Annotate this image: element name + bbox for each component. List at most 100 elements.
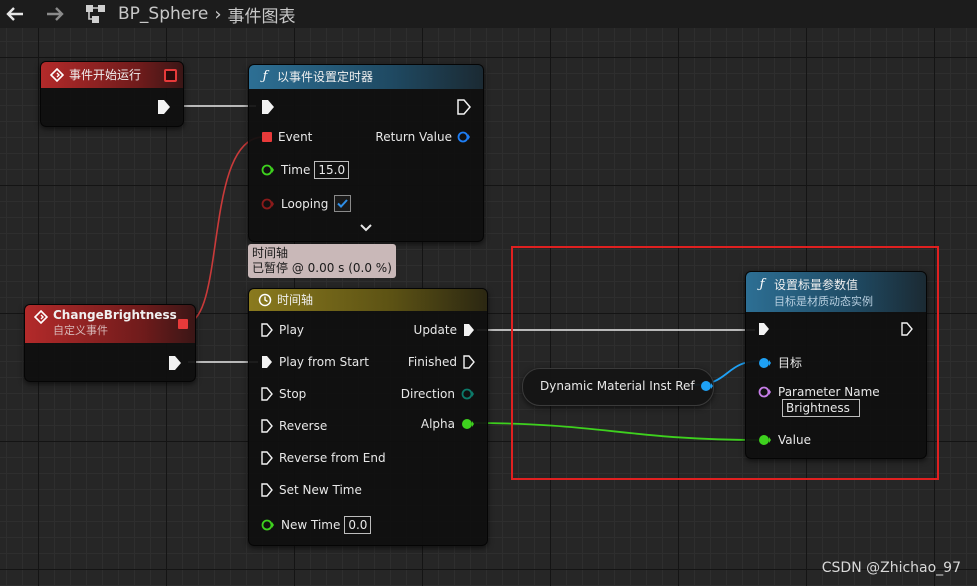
new-time-value-field[interactable]: 0.0 (344, 516, 372, 534)
parameter-name-field[interactable]: Brightness (782, 399, 860, 417)
exec-pin-icon (262, 356, 272, 368)
float-pin-filled-icon (462, 419, 474, 429)
exec-pin-icon (759, 323, 769, 335)
node-header: ChangeBrightness 自定义事件 (25, 305, 195, 343)
watermark-text: CSDN @Zhichao_97 (821, 560, 961, 576)
pin-label-play-from-start: Play from Start (279, 355, 369, 369)
pin-label-return-value: Return Value (375, 130, 452, 144)
node-set-scalar-parameter-value[interactable]: ƒ 设置标量参数值 目标是材质动态实例 目标 Parameter Name Br… (745, 271, 927, 459)
pin-label-update: Update (413, 323, 457, 337)
value-input-pin[interactable]: Value (758, 433, 811, 447)
struct-pin-icon (457, 131, 470, 143)
delegate-output-pin-icon[interactable] (178, 319, 188, 329)
play-from-start-input-pin[interactable]: Play from Start (261, 355, 369, 369)
pin-label-set-new-time: Set New Time (279, 483, 362, 497)
exec-pin-outline-icon (261, 419, 273, 433)
pin-label-value: Value (778, 433, 811, 447)
node-timeline[interactable]: 时间轴 Play Play from Start Stop Reverse Re… (248, 288, 488, 546)
set-new-time-input-pin[interactable]: Set New Time (261, 483, 362, 497)
parameter-name-input-pin[interactable]: Parameter Name (758, 385, 880, 399)
pin-label-reverse: Reverse (279, 419, 328, 433)
variable-output-pin[interactable]: Dynamic Material Inst Ref (540, 379, 714, 393)
node-title: 以事件设置定时器 (277, 70, 374, 84)
checkmark-icon (337, 199, 349, 208)
node-title: 设置标量参数值 (774, 278, 859, 292)
pin-label-stop: Stop (279, 387, 307, 401)
name-pin-icon (758, 386, 771, 398)
pin-label-event: Event (278, 130, 313, 144)
pin-label-finished: Finished (407, 355, 457, 369)
pin-label-target: 目标 (778, 356, 803, 370)
tooltip-title: 时间轴 (252, 246, 289, 260)
direction-output-pin[interactable]: Direction (401, 387, 475, 401)
parameter-name-field-row: Brightness (782, 399, 860, 417)
function-icon: ƒ (759, 276, 765, 292)
object-pin-filled-icon (759, 357, 771, 368)
clock-icon (258, 293, 272, 307)
node-custom-event-change-brightness[interactable]: ChangeBrightness 自定义事件 (24, 304, 196, 382)
pin-label-alpha: Alpha (420, 417, 455, 431)
stop-input-pin[interactable]: Stop (261, 387, 306, 401)
time-input-pin[interactable]: Time 15.0 (261, 161, 350, 179)
node-variable-dynamic-material-inst-ref[interactable]: Dynamic Material Inst Ref (522, 368, 714, 406)
exec-output-pin[interactable] (157, 99, 171, 115)
advanced-expand-button[interactable] (360, 224, 372, 232)
exec-pin-outline-icon (463, 355, 475, 369)
new-time-input-pin[interactable]: New Time 0.0 (261, 516, 372, 534)
event-input-pin[interactable]: Event (262, 130, 312, 144)
exec-pin-outline-icon (261, 323, 273, 337)
alpha-output-pin[interactable]: Alpha (421, 417, 475, 431)
function-icon: ƒ (262, 69, 268, 84)
exec-pin-icon (158, 100, 170, 114)
bool-pin-icon (261, 198, 274, 209)
node-set-timer-by-event[interactable]: ƒ 以事件设置定时器 Event Return Value Time 15.0 … (248, 64, 484, 242)
delegate-output-pin-icon[interactable] (164, 69, 177, 82)
exec-output-pin[interactable] (168, 355, 182, 371)
exec-input-pin[interactable] (261, 99, 275, 115)
node-subtitle: 目标是材质动态实例 (774, 295, 873, 308)
node-header: ƒ 以事件设置定时器 (249, 65, 483, 89)
node-title: ChangeBrightness (53, 308, 177, 322)
target-input-pin[interactable]: 目标 (758, 354, 802, 371)
exec-input-pin[interactable] (758, 322, 770, 336)
delegate-pin-icon (262, 132, 272, 142)
time-value-field[interactable]: 15.0 (314, 161, 350, 179)
exec-pin-outline-icon (261, 387, 273, 401)
pin-label-reverse-from-end: Reverse from End (279, 451, 386, 465)
pin-label-time: Time (281, 163, 311, 177)
pin-label-parameter-name: Parameter Name (778, 385, 880, 399)
float-pin-icon (261, 519, 274, 531)
exec-pin-outline-icon (901, 322, 913, 336)
timeline-status-tooltip: 时间轴 已暂停 @ 0.00 s (0.0 %) (248, 244, 396, 278)
exec-pin-icon (169, 356, 181, 370)
exec-pin-outline-icon (261, 451, 273, 465)
looping-input-pin[interactable]: Looping (261, 195, 352, 212)
return-value-pin[interactable]: Return Value (375, 130, 471, 144)
exec-pin-outline-icon (261, 483, 273, 497)
pin-label-direction: Direction (400, 387, 455, 401)
exec-pin-icon (464, 324, 474, 336)
object-pin-filled-icon (700, 381, 713, 391)
chevron-down-icon (360, 224, 372, 232)
tooltip-status: 已暂停 @ 0.00 s (0.0 %) (252, 261, 392, 275)
exec-output-pin[interactable] (901, 322, 913, 336)
node-header: 时间轴 (249, 289, 487, 311)
node-title: 事件开始运行 (69, 68, 142, 82)
looping-checkbox[interactable] (334, 195, 352, 212)
reverse-input-pin[interactable]: Reverse (261, 419, 327, 433)
float-pin-icon (261, 164, 274, 176)
play-input-pin[interactable]: Play (261, 323, 304, 337)
update-output-pin[interactable]: Update (414, 323, 475, 337)
exec-output-pin[interactable] (457, 99, 471, 115)
node-title: 时间轴 (277, 293, 314, 307)
node-header: 事件开始运行 (41, 62, 183, 88)
reverse-from-end-input-pin[interactable]: Reverse from End (261, 451, 386, 465)
finished-output-pin[interactable]: Finished (408, 355, 475, 369)
event-diamond-icon (50, 68, 64, 82)
node-event-begin-play[interactable]: 事件开始运行 (40, 61, 184, 127)
event-diamond-icon (34, 310, 48, 324)
variable-label: Dynamic Material Inst Ref (540, 379, 695, 393)
exec-pin-icon (262, 100, 274, 114)
pin-label-new-time: New Time (281, 518, 341, 532)
node-header: ƒ 设置标量参数值 目标是材质动态实例 (746, 272, 926, 312)
